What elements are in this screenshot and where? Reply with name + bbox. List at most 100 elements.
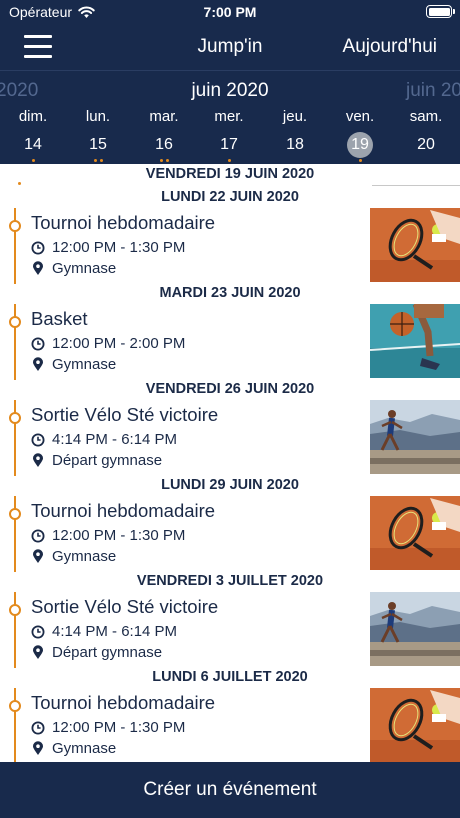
event-title: Tournoi hebdomadaire <box>31 212 216 233</box>
divider <box>372 185 460 186</box>
clock-icon <box>31 433 45 446</box>
location-pin-icon <box>33 645 43 659</box>
clock-icon <box>31 625 45 638</box>
day-cell[interactable]: lun. 15 <box>65 108 131 163</box>
day-name: jeu. <box>282 108 308 125</box>
event-time-row: 12:00 PM - 1:30 PM <box>31 239 185 256</box>
location-pin-icon <box>33 549 43 563</box>
timeline-dot <box>18 182 21 185</box>
date-header: MARDI 23 JUIN 2020 <box>159 285 301 301</box>
today-button[interactable]: Aujourd'hui <box>343 36 437 58</box>
event-time: 4:14 PM - 6:14 PM <box>52 431 178 448</box>
nav-bar: Jump'in Aujourd'hui <box>0 24 460 70</box>
event-dots <box>327 159 393 163</box>
location-pin-icon <box>33 741 43 755</box>
date-header: VENDREDI 26 JUIN 2020 <box>145 381 315 397</box>
event-dots <box>393 159 459 163</box>
event-time: 12:00 PM - 1:30 PM <box>52 527 186 544</box>
current-month-label: juin 2020 <box>191 80 269 101</box>
day-name: sam. <box>409 108 443 125</box>
event-location-row: Gymnase <box>31 740 116 757</box>
menu-icon[interactable] <box>24 35 52 59</box>
day-cell[interactable]: sam. 20 <box>393 108 459 163</box>
day-name: dim. <box>18 108 48 125</box>
event-time-row: 4:14 PM - 6:14 PM <box>31 431 177 448</box>
month-selector[interactable]: 2020 juin 2020 juin 20 <box>0 80 460 104</box>
basketball-image <box>370 304 460 378</box>
date-header: LUNDI 6 JUILLET 2020 <box>152 669 308 685</box>
event-time: 12:00 PM - 1:30 PM <box>52 239 186 256</box>
battery-icon <box>426 5 455 18</box>
event-location: Gymnase <box>52 356 117 373</box>
timeline-node <box>9 700 21 712</box>
event-card[interactable]: Basket 12:00 PM - 2:00 PM Gymnase <box>0 304 460 380</box>
event-list[interactable]: VENDREDI 19 JUIN 2020 LUNDI 22 JUIN 2020… <box>0 164 460 762</box>
date-header: LUNDI 22 JUIN 2020 <box>161 189 299 205</box>
location-pin-icon <box>33 453 43 467</box>
event-card[interactable]: Tournoi hebdomadaire 12:00 PM - 1:30 PM … <box>0 496 460 572</box>
next-month-label[interactable]: juin 20 <box>406 80 460 102</box>
event-location: Gymnase <box>52 548 117 565</box>
event-dots <box>131 159 197 163</box>
event-card[interactable]: Tournoi hebdomadaire 12:00 PM - 1:30 PM … <box>0 688 460 762</box>
day-name: mar. <box>149 108 179 125</box>
event-dots <box>0 159 66 163</box>
timeline-node <box>9 604 21 616</box>
runner-image <box>370 592 460 666</box>
day-number: 15 <box>89 136 107 153</box>
day-name: lun. <box>85 108 111 125</box>
location-pin-icon <box>33 357 43 371</box>
event-time: 12:00 PM - 2:00 PM <box>52 335 186 352</box>
tennis-image <box>370 496 460 570</box>
day-cell[interactable]: jeu. 18 <box>262 108 328 163</box>
event-time: 12:00 PM - 1:30 PM <box>52 719 186 736</box>
event-location-row: Départ gymnase <box>31 452 162 469</box>
event-location: Gymnase <box>52 740 117 757</box>
clock-icon <box>31 721 45 734</box>
tennis-image <box>370 208 460 282</box>
event-time-row: 12:00 PM - 1:30 PM <box>31 527 185 544</box>
event-location: Départ gymnase <box>52 452 163 469</box>
event-dots <box>65 159 131 163</box>
day-cell[interactable]: mar. 16 <box>131 108 197 163</box>
date-header: LUNDI 29 JUIN 2020 <box>161 477 299 493</box>
day-number: 19 <box>347 132 373 158</box>
event-title: Basket <box>31 308 88 329</box>
event-card[interactable]: Sortie Vélo Sté victoire 4:14 PM - 6:14 … <box>0 592 460 668</box>
event-dots <box>196 159 262 163</box>
status-time: 7:00 PM <box>203 4 257 20</box>
day-number: 17 <box>220 136 238 153</box>
clock-icon <box>31 529 45 542</box>
week-strip: dim. 14 lun. 15 mar. 16 mer. 17 jeu. 18 … <box>0 108 460 164</box>
sticky-date-header: VENDREDI 19 JUIN 2020 <box>145 166 315 182</box>
event-location-row: Départ gymnase <box>31 644 162 661</box>
event-location-row: Gymnase <box>31 260 116 277</box>
day-number: 16 <box>155 136 173 153</box>
event-time-row: 12:00 PM - 1:30 PM <box>31 719 185 736</box>
day-cell-selected[interactable]: ven. 19 <box>327 108 393 163</box>
event-location-row: Gymnase <box>31 356 116 373</box>
day-number: 20 <box>417 136 435 153</box>
day-cell[interactable]: mer. 17 <box>196 108 262 163</box>
location-pin-icon <box>33 261 43 275</box>
event-location: Départ gymnase <box>52 644 163 661</box>
event-card[interactable]: Tournoi hebdomadaire 12:00 PM - 1:30 PM … <box>0 208 460 284</box>
create-event-button[interactable]: Créer un événement <box>0 762 460 818</box>
event-time-row: 12:00 PM - 2:00 PM <box>31 335 185 352</box>
app-header: Opérateur 7:00 PM Jump'in Aujourd'hui 20… <box>0 0 460 164</box>
event-title: Tournoi hebdomadaire <box>31 500 216 521</box>
clock-icon <box>31 337 45 350</box>
event-location: Gymnase <box>52 260 117 277</box>
event-time-row: 4:14 PM - 6:14 PM <box>31 623 177 640</box>
status-bar: Opérateur 7:00 PM <box>0 0 460 24</box>
divider <box>0 70 460 71</box>
event-time: 4:14 PM - 6:14 PM <box>52 623 178 640</box>
event-title: Sortie Vélo Sté victoire <box>31 404 219 425</box>
day-number: 18 <box>286 136 304 153</box>
event-card[interactable]: Sortie Vélo Sté victoire 4:14 PM - 6:14 … <box>0 400 460 476</box>
event-title: Sortie Vélo Sté victoire <box>31 596 219 617</box>
event-location-row: Gymnase <box>31 548 116 565</box>
day-cell[interactable]: dim. 14 <box>0 108 66 163</box>
clock-icon <box>31 241 45 254</box>
event-title: Tournoi hebdomadaire <box>31 692 216 713</box>
